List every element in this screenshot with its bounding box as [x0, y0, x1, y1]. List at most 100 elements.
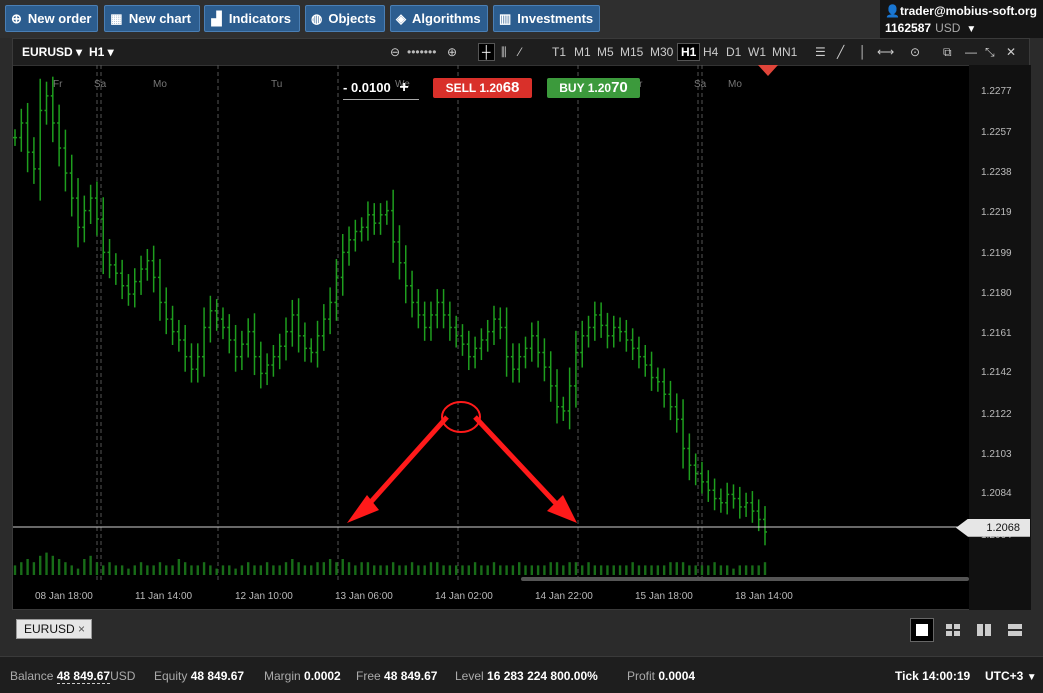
layout-single-icon[interactable] — [910, 618, 934, 642]
volume-bar — [253, 565, 256, 575]
timeframe-selector[interactable]: H1 ▾ — [89, 45, 114, 59]
period-m5[interactable]: M5 — [597, 45, 614, 59]
chart-tabs-bar: EURUSD × — [0, 610, 1043, 656]
new-chart-button[interactable]: ▦ New chart — [104, 5, 200, 32]
sell-button[interactable]: SELL 1.2068 — [433, 78, 532, 98]
price-bar — [227, 314, 232, 354]
price-bar — [359, 217, 364, 242]
volume-bar — [492, 562, 496, 575]
price-bar — [258, 341, 263, 389]
detach-icon[interactable]: ⧉ — [943, 45, 952, 60]
price-tick-label: 1.2103 — [981, 448, 1012, 460]
period-m1[interactable]: M1 — [574, 45, 591, 59]
zoom-slider[interactable]: ••••••• — [407, 45, 436, 59]
price-bar — [479, 328, 484, 361]
volume-bar — [467, 565, 470, 575]
volume-bar — [719, 565, 723, 575]
period-h1[interactable]: H1 — [677, 43, 701, 61]
volume-bar — [139, 562, 143, 575]
price-bar — [126, 274, 131, 306]
period-m30[interactable]: M30 — [650, 45, 673, 59]
price-bar — [611, 315, 616, 348]
minimize-icon[interactable]: — — [965, 45, 977, 59]
lot-plus-button[interactable]: + — [399, 79, 408, 96]
price-bar — [189, 343, 194, 383]
chevron-down-icon[interactable]: ▼ — [966, 24, 976, 35]
period-t1[interactable]: T1 — [552, 45, 566, 59]
period-d1[interactable]: D1 — [726, 45, 741, 59]
price-bar — [44, 81, 49, 125]
zoom-out-icon[interactable]: ⊖ — [390, 45, 400, 59]
volume-bar — [265, 562, 269, 575]
line-chart-type-icon[interactable]: ⁄ — [519, 45, 521, 59]
layout-columns-icon[interactable] — [972, 618, 996, 642]
algorithms-button[interactable]: ◈ Algorithms — [390, 5, 488, 32]
price-bar — [328, 287, 333, 335]
volume-bar — [593, 565, 597, 575]
lot-size-control[interactable]: - 0.0100 + — [343, 79, 423, 101]
volume-bar — [662, 565, 666, 575]
indicators-button[interactable]: ▟ Indicators — [204, 5, 300, 32]
price-bar — [113, 253, 118, 285]
price-bar — [139, 255, 144, 295]
volume-bar — [391, 562, 395, 575]
hline-tool-icon[interactable]: ⟷ — [877, 45, 894, 59]
bar-chart-type-icon[interactable]: ┼ — [478, 43, 495, 61]
volume-bar — [442, 565, 445, 575]
period-w1[interactable]: W1 — [748, 45, 766, 59]
volume-bar — [158, 562, 162, 575]
volume-bar — [89, 555, 92, 575]
zoom-in-icon[interactable]: ⊕ — [447, 45, 457, 59]
close-tab-icon[interactable]: × — [78, 620, 85, 638]
objects-button[interactable]: ◍ Objects — [305, 5, 385, 32]
price-bar — [573, 330, 578, 408]
price-tick-label: 1.2161 — [981, 327, 1012, 339]
tab-eurusd[interactable]: EURUSD × — [16, 619, 92, 639]
candle-chart-type-icon[interactable]: ⫼ — [501, 45, 507, 60]
layout-rows-icon[interactable] — [1003, 618, 1027, 642]
close-icon[interactable]: ✕ — [1006, 45, 1016, 59]
price-bar — [309, 338, 314, 363]
volume-bar — [404, 565, 407, 575]
price-bar — [365, 201, 370, 241]
vline-tool-icon[interactable]: │ — [859, 45, 867, 59]
tick-status: Tick 14:00:19 — [895, 669, 971, 683]
chart-icon: ▦ — [110, 11, 123, 26]
price-bar — [347, 226, 352, 266]
price-bar — [763, 506, 767, 546]
hlines-tool-icon[interactable]: ☰ — [815, 45, 826, 59]
price-chart[interactable] — [13, 65, 969, 611]
price-bar — [410, 270, 415, 318]
account-panel[interactable]: 👤trader@mobius-soft.org 1162587 USD ▼ — [880, 0, 1043, 38]
price-bar — [435, 289, 440, 329]
timezone-selector[interactable]: UTC+3 ▼ — [985, 669, 1037, 683]
period-m15[interactable]: M15 — [620, 45, 643, 59]
buy-button[interactable]: BUY 1.2070 — [547, 78, 640, 98]
plus-circle-icon: ⊕ — [11, 11, 22, 26]
volume-bar — [694, 565, 697, 575]
volume-bar — [328, 559, 332, 575]
volume-bar — [272, 565, 275, 575]
layout-grid-icon[interactable] — [941, 618, 965, 642]
period-h4[interactable]: H4 — [703, 45, 718, 59]
time-tick-label: 14 Jan 22:00 — [535, 591, 593, 602]
price-tick-label: 1.2238 — [981, 167, 1012, 179]
volume-bar — [461, 565, 464, 575]
price-bar — [76, 178, 81, 248]
symbol-selector[interactable]: EURUSD ▾ — [22, 45, 82, 59]
price-bar — [529, 322, 534, 362]
investments-button[interactable]: ▥ Investments — [493, 5, 600, 32]
period-mn1[interactable]: MN1 — [772, 45, 797, 59]
trendline-tool-icon[interactable]: ╱ — [837, 45, 844, 59]
price-tick-label: 1.2142 — [981, 367, 1012, 379]
price-bar — [655, 367, 660, 392]
chart-menu-icon[interactable]: ⊙ — [910, 45, 920, 59]
new-order-button[interactable]: ⊕ New order — [5, 5, 98, 32]
price-bar — [441, 289, 446, 329]
lot-value[interactable]: - 0.0100 — [343, 80, 391, 95]
maximize-icon[interactable]: ⤡ — [985, 45, 995, 60]
price-bars — [13, 76, 767, 546]
volume-bars — [13, 552, 767, 575]
time-tick-label: 08 Jan 18:00 — [35, 591, 93, 602]
day-label: Mo — [153, 79, 167, 90]
